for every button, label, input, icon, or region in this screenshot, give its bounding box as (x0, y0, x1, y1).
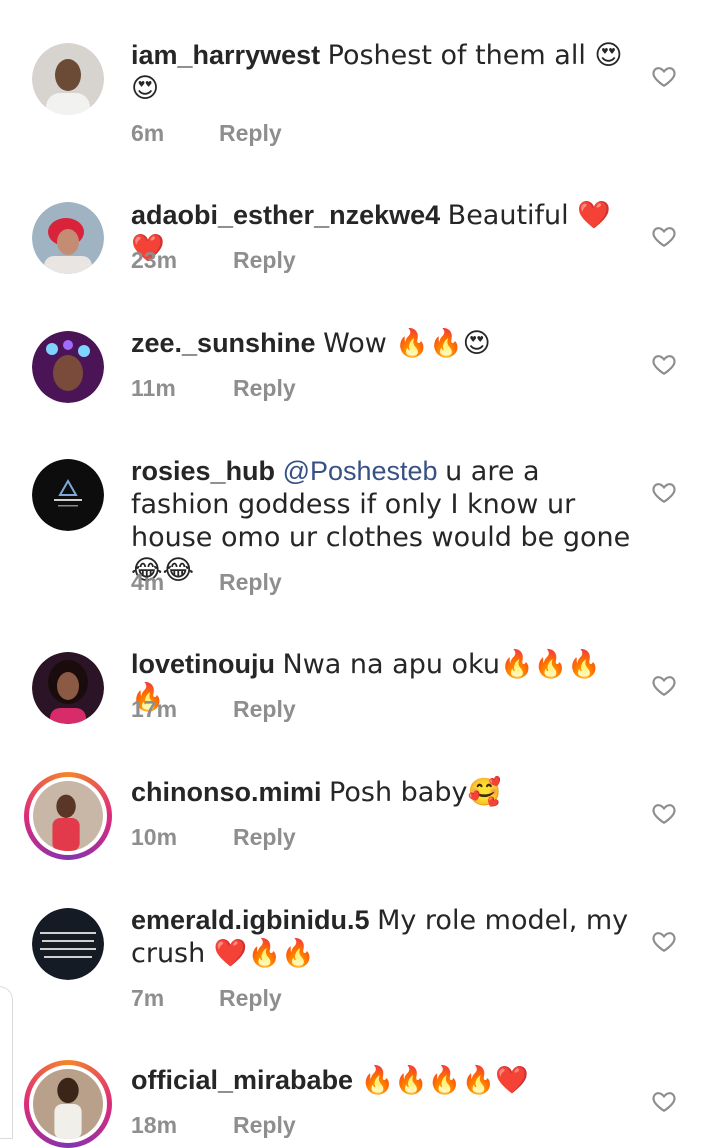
avatar-image (33, 1069, 103, 1139)
reply-button[interactable]: Reply (233, 247, 296, 273)
comment-time: 7m (131, 985, 165, 1011)
comment-meta: 4m Reply (131, 569, 282, 596)
avatar[interactable] (32, 202, 104, 274)
comment-username[interactable]: lovetinouju (131, 649, 275, 679)
comment-username[interactable]: zee._sunshine (131, 328, 316, 358)
comment-meta: 18m Reply (131, 1112, 296, 1139)
heart-outline-icon[interactable] (651, 672, 677, 698)
comment-time: 18m (131, 1112, 178, 1138)
comment-meta: 11m Reply (131, 375, 296, 402)
heart-outline-icon[interactable] (651, 800, 677, 826)
avatar[interactable] (32, 652, 104, 724)
comment-mention[interactable]: @Poshesteb (283, 456, 438, 486)
avatar[interactable] (32, 908, 104, 980)
comment-time: 23m (131, 247, 178, 273)
reply-button[interactable]: Reply (219, 120, 282, 146)
avatar[interactable] (32, 459, 104, 531)
comment-time: 10m (131, 824, 178, 850)
comment-meta: 17m Reply (131, 696, 296, 723)
heart-outline-icon[interactable] (651, 479, 677, 505)
comment-body: official_mirababe 🔥🔥🔥🔥❤️ (131, 1064, 631, 1097)
comment-meta: 10m Reply (131, 824, 296, 851)
comment-body: emerald.igbinidu.5 My role model, my cru… (131, 904, 631, 970)
avatar[interactable] (32, 43, 104, 115)
reply-button[interactable]: Reply (233, 824, 296, 850)
comment-username[interactable]: emerald.igbinidu.5 (131, 905, 370, 935)
reply-button[interactable]: Reply (219, 985, 282, 1011)
comment-username[interactable]: chinonso.mimi (131, 777, 322, 807)
comment-text: 🔥🔥🔥🔥❤️ (360, 1065, 529, 1096)
avatar-image (33, 781, 103, 851)
avatar-image (32, 43, 104, 115)
heart-outline-icon[interactable] (651, 63, 677, 89)
comment-meta: 7m Reply (131, 985, 282, 1012)
avatar-story-ring[interactable] (24, 772, 112, 860)
comment-time: 11m (131, 375, 176, 401)
comment-time: 17m (131, 696, 178, 722)
avatar[interactable] (32, 331, 104, 403)
avatar-image (32, 331, 104, 403)
avatar-image (32, 202, 104, 274)
heart-outline-icon[interactable] (651, 928, 677, 954)
heart-outline-icon[interactable] (651, 351, 677, 377)
reply-button[interactable]: Reply (233, 1112, 296, 1138)
heart-outline-icon[interactable] (651, 223, 677, 249)
side-edge-panel (0, 986, 13, 1139)
comment-username[interactable]: official_mirababe (131, 1065, 353, 1095)
reply-button[interactable]: Reply (219, 569, 282, 595)
comment-body: rosies_hub @Poshesteb u are a fashion go… (131, 455, 631, 587)
heart-outline-icon[interactable] (651, 1088, 677, 1114)
comment-username[interactable]: adaobi_esther_nzekwe4 (131, 200, 440, 230)
avatar-story-ring[interactable] (24, 1060, 112, 1148)
comment-meta: 6m Reply (131, 120, 282, 147)
comment-username[interactable]: iam_harrywest (131, 40, 320, 70)
reply-button[interactable]: Reply (233, 696, 296, 722)
avatar-image (32, 459, 104, 531)
comment-time: 6m (131, 120, 165, 146)
comment-time: 4m (131, 569, 165, 595)
comment-text: Posh baby🥰 (329, 777, 502, 808)
comment-body: zee._sunshine Wow 🔥🔥😍 (131, 327, 631, 360)
comment-text: Wow 🔥🔥😍 (323, 328, 491, 359)
comment-meta: 23m Reply (131, 247, 296, 274)
reply-button[interactable]: Reply (233, 375, 296, 401)
avatar-image (32, 908, 104, 980)
avatar-image (32, 652, 104, 724)
comment-username[interactable]: rosies_hub (131, 456, 275, 486)
comment-body: iam_harrywest Poshest of them all 😍😍 (131, 39, 631, 105)
comment-body: chinonso.mimi Posh baby🥰 (131, 776, 631, 809)
